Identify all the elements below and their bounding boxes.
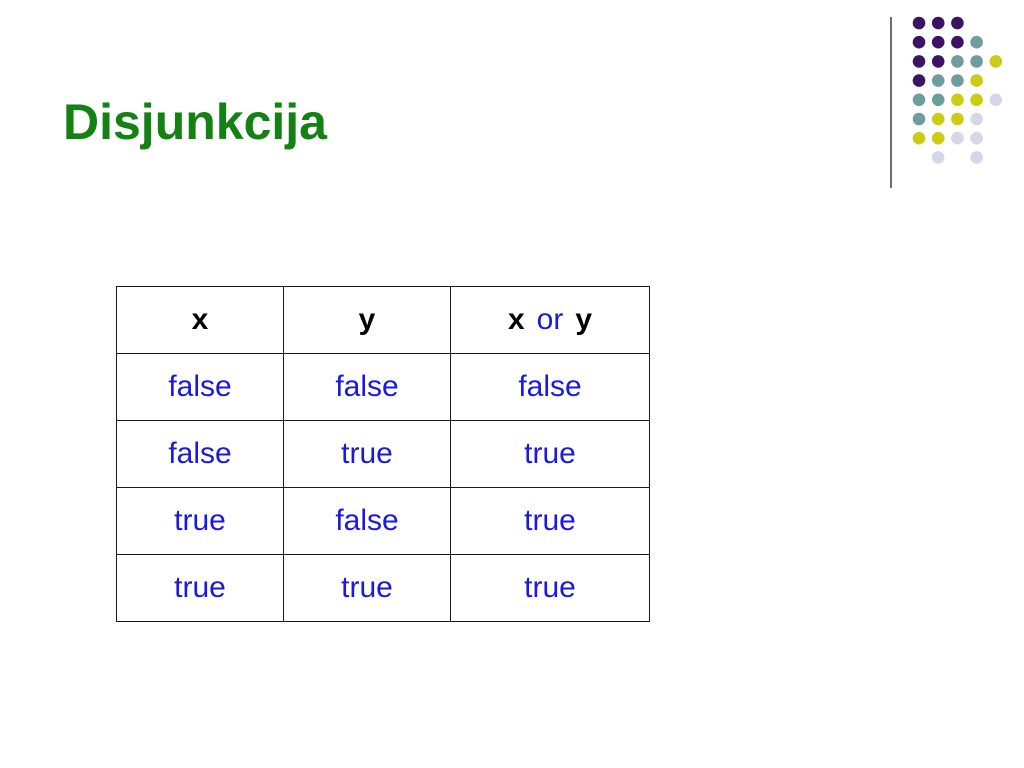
table-header-row: x y x or y	[116, 286, 650, 354]
decorative-dot	[951, 93, 964, 107]
cell-result: true	[450, 487, 650, 555]
decorative-dot	[912, 131, 926, 145]
cell-x: false	[116, 353, 284, 421]
decorative-dot	[931, 93, 945, 107]
table-row: false false false	[116, 353, 650, 421]
cell-y: true	[283, 420, 451, 488]
decorative-dot	[912, 55, 926, 68]
decorative-dot-grid	[912, 16, 1003, 164]
decorative-dot	[912, 93, 926, 107]
decorative-dot	[931, 55, 945, 68]
cell-result: false	[450, 353, 650, 421]
cell-x: true	[116, 487, 284, 555]
slide: Disjunkcija x y x or y false false false f…	[0, 0, 1024, 768]
cell-y: true	[283, 554, 451, 622]
cell-result: true	[450, 420, 650, 488]
decorative-dot	[912, 35, 926, 49]
decorative-dot	[912, 112, 926, 126]
decorative-dot	[931, 131, 945, 145]
decorative-dot	[970, 151, 983, 164]
cell-x: false	[116, 420, 284, 488]
truth-table: x y x or y false false false false true tr…	[116, 286, 650, 622]
cell-y: false	[283, 353, 451, 421]
decorative-dot	[970, 74, 983, 87]
decorative-dot	[951, 131, 964, 145]
decorative-dot	[912, 16, 926, 30]
decorative-dot	[970, 93, 983, 107]
decorative-dot	[912, 74, 926, 87]
decorative-dot	[951, 55, 964, 68]
cell-result: true	[450, 554, 650, 622]
decorative-dot	[970, 131, 983, 145]
header-x-operand: x	[507, 303, 525, 336]
decorative-dot	[931, 74, 945, 87]
decorative-dot	[951, 35, 964, 49]
decorative-dot	[931, 151, 945, 164]
decorative-dot	[931, 35, 945, 49]
decorative-dot	[970, 35, 983, 49]
header-x: x	[116, 286, 284, 354]
header-x-or-y: x or y	[450, 286, 650, 354]
decorative-dot	[951, 74, 964, 87]
header-y-operand: y	[575, 303, 593, 336]
decorative-dot	[951, 16, 964, 30]
decorative-dot	[989, 93, 1003, 107]
decorative-dot	[989, 55, 1003, 68]
header-or-operator: or	[536, 303, 564, 336]
decorative-dot	[951, 112, 964, 126]
cell-y: false	[283, 487, 451, 555]
cell-x: true	[116, 554, 284, 622]
table-row: true false true	[116, 487, 650, 555]
decorative-dot	[970, 112, 983, 126]
table-row: true true true	[116, 554, 650, 622]
header-y: y	[283, 286, 451, 354]
decorative-dot	[931, 112, 945, 126]
decorative-dot	[931, 16, 945, 30]
table-row: false true true	[116, 420, 650, 488]
decorative-dot	[970, 55, 983, 68]
